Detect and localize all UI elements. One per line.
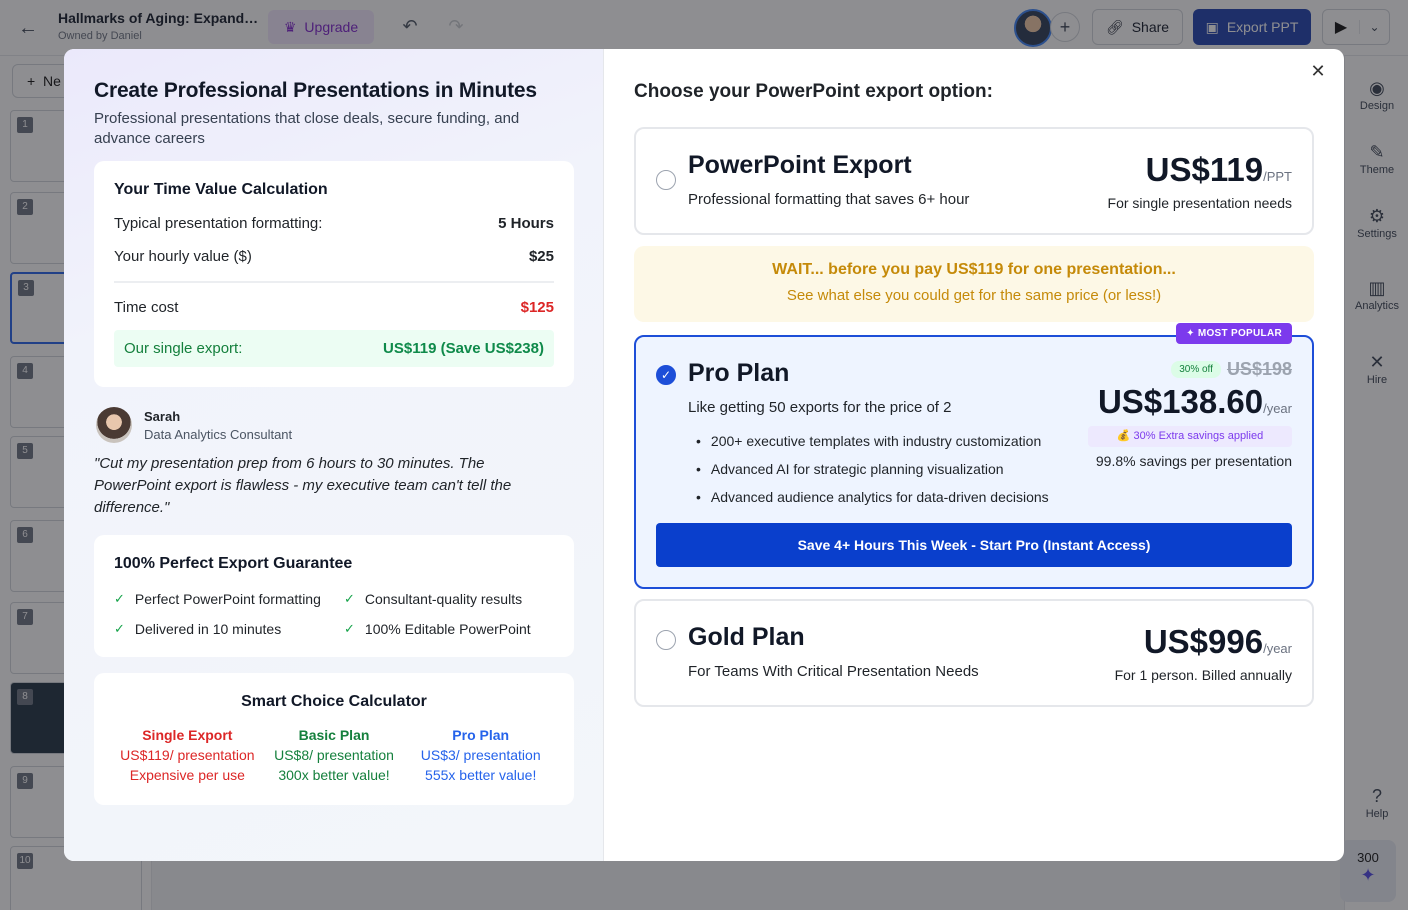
extra-savings-badge: 💰 30% Extra savings applied	[1088, 426, 1292, 447]
most-popular-badge: ✦ MOST POPULAR	[1176, 323, 1292, 344]
check-icon: ✓	[114, 591, 125, 606]
start-pro-button[interactable]: Save 4+ Hours This Week - Start Pro (Ins…	[656, 523, 1292, 567]
radio-pro-plan[interactable]: ✓	[656, 365, 676, 385]
formatting-row: Typical presentation formatting: 5 Hours	[114, 215, 554, 232]
upsell-banner: WAIT... before you pay US$119 for one pr…	[634, 246, 1314, 322]
check-icon: ✓	[344, 621, 355, 636]
guarantee-card: 100% Perfect Export Guarantee ✓ Perfect P…	[94, 535, 574, 657]
testimonial-name: Sarah	[144, 408, 181, 424]
original-price: US$198	[1226, 359, 1292, 379]
option-pro-plan[interactable]: ✦ MOST POPULAR ✓ Pro Plan Like getting 5…	[634, 323, 1314, 589]
option-description: For Teams With Critical Presentation Nee…	[688, 663, 979, 680]
single-export-column: Single Export US$119/ presentation Expen…	[120, 727, 255, 783]
hourly-value-row: Your hourly value ($) $25	[114, 248, 554, 265]
option-price: US$119/PPT	[1145, 151, 1292, 188]
option-name: Pro Plan	[688, 359, 790, 387]
time-cost-row: Time cost $125	[114, 299, 554, 316]
value-title: Create Professional Presentations in Min…	[94, 79, 537, 102]
value-panel: Create Professional Presentations in Min…	[64, 49, 604, 861]
options-title: Choose your PowerPoint export option:	[634, 81, 993, 102]
guarantee-item: ✓ 100% Editable PowerPoint	[344, 621, 531, 637]
guarantee-item: ✓ Consultant-quality results	[344, 591, 523, 607]
discount-row: 30% off US$198	[1171, 359, 1292, 380]
radio-powerpoint-export[interactable]	[656, 170, 676, 190]
list-item: Advanced AI for strategic planning visua…	[688, 455, 1049, 483]
option-name: PowerPoint Export	[688, 151, 912, 179]
time-value-card: Your Time Value Calculation Typical pres…	[94, 161, 574, 387]
export-modal: Create Professional Presentations in Min…	[64, 49, 1344, 861]
guarantee-item: ✓ Perfect PowerPoint formatting	[114, 591, 321, 607]
upsell-subtitle: See what else you could get for the same…	[786, 287, 1162, 304]
option-note: For 1 person. Billed annually	[1114, 667, 1292, 683]
upsell-title: WAIT... before you pay US$119 for one pr…	[772, 261, 1176, 278]
option-name: Gold Plan	[688, 623, 805, 651]
check-icon: ✓	[344, 591, 355, 606]
list-item: 200+ executive templates with industry c…	[688, 427, 1049, 455]
smart-choice-card: Smart Choice Calculator Single Export US…	[94, 673, 574, 805]
options-panel: ✕ Choose your PowerPoint export option: …	[604, 49, 1344, 861]
testimonial-avatar	[96, 407, 132, 443]
option-description: Professional formatting that saves 6+ ho…	[688, 191, 970, 208]
divider	[114, 281, 554, 283]
single-export-row: Our single export: US$119 (Save US$238)	[114, 330, 554, 367]
option-price: US$138.60/year	[1097, 383, 1292, 420]
testimonial: Sarah Data Analytics Consultant "Cut my …	[94, 407, 573, 519]
option-powerpoint-export[interactable]: PowerPoint Export Professional formattin…	[634, 127, 1314, 235]
option-gold-plan[interactable]: Gold Plan For Teams With Critical Presen…	[634, 599, 1314, 707]
pro-plan-column: Pro Plan US$3/ presentation 555x better …	[420, 727, 541, 783]
discount-badge: 30% off	[1171, 361, 1221, 378]
value-subtitle: Professional presentations that close de…	[94, 110, 520, 147]
pro-feature-list: 200+ executive templates with industry c…	[688, 427, 1049, 511]
guarantee-heading: 100% Perfect Export Guarantee	[114, 555, 353, 572]
option-note: For single presentation needs	[1107, 195, 1292, 211]
savings-note: 99.8% savings per presentation	[1095, 453, 1292, 469]
time-value-heading: Your Time Value Calculation	[114, 181, 328, 198]
option-description: Like getting 50 exports for the price of…	[688, 399, 952, 416]
check-icon: ✓	[114, 621, 125, 636]
basic-plan-column: Basic Plan US$8/ presentation 300x bette…	[274, 727, 394, 783]
list-item: Advanced audience analytics for data-dri…	[688, 483, 1049, 511]
testimonial-role: Data Analytics Consultant	[144, 426, 293, 442]
option-price: US$996/year	[1143, 623, 1292, 660]
radio-gold-plan[interactable]	[656, 630, 676, 650]
guarantee-item: ✓ Delivered in 10 minutes	[114, 621, 282, 637]
smart-choice-heading: Smart Choice Calculator	[241, 693, 427, 710]
close-icon[interactable]: ✕	[1308, 61, 1328, 81]
testimonial-quote: "Cut my presentation prep from 6 hours t…	[94, 455, 512, 516]
